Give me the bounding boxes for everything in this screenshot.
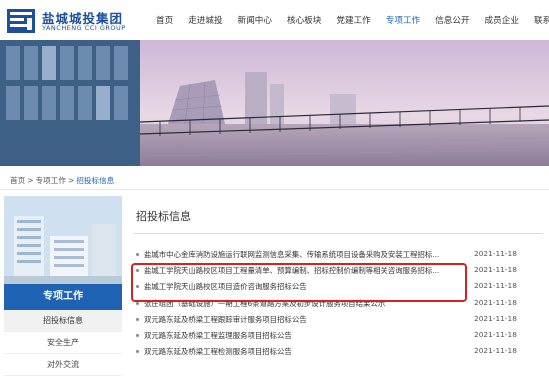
list-item-title[interactable]: 盐城工学院天山路校区项目造价咨询服务招标公告 [144,281,462,292]
list-item-date: 2021-11-18 [474,281,517,291]
list-item-date: 2021-11-18 [474,265,517,275]
page-title: 招投标信息 [136,210,191,223]
list-item[interactable]: 盐城工学院天山路校区项目工程量清单、预算编制、招标控制价编制等相关咨询服务招标.… [136,264,546,280]
divider [0,189,549,190]
sidebar-building-image [4,196,122,284]
nav-item-party-building[interactable]: 党建工作 [336,14,370,26]
nav-item-contact[interactable]: 联系我们 [534,14,549,26]
breadcrumb: 首页 > 专项工作 > 招投标信息 [10,175,114,186]
list-item-date: 2021-11-18 [474,313,517,323]
bullet-icon [136,350,139,354]
bullet-icon [136,285,139,289]
logo-english-name: YANCHENG CCI GROUP [42,24,126,32]
sidebar-item-safety[interactable]: 安全生产 [4,332,122,354]
bullet-icon [136,301,139,305]
list-item[interactable]: 双元路东延及桥梁工程监理服务项目招标公告 2021-11-18 [136,329,546,345]
breadcrumb-separator: > [27,176,34,185]
list-item-date: 2021-11-18 [474,297,517,307]
list-item-title[interactable]: 双元路东延及桥梁工程监理服务项目招标公告 [144,330,462,341]
list-item[interactable]: 双元路东延及桥梁工程跟踪审计服务项目招标公告 2021-11-18 [136,313,546,329]
main-nav: 首页 走进城投 新闻中心 核心板块 党建工作 专项工作 信息公开 成员企业 联系… [156,0,549,40]
nav-item-disclosure[interactable]: 信息公开 [435,14,469,26]
sidebar-menu: 招投标信息 安全生产 对外交流 [4,310,122,376]
list-item-title[interactable]: 盐城工学院天山路校区项目工程量清单、预算编制、招标控制价编制等相关咨询服务招标.… [144,265,462,276]
breadcrumb-current: 招投标信息 [76,176,115,185]
bullet-icon [136,333,139,337]
breadcrumb-home[interactable]: 首页 [10,176,25,185]
list-item-date: 2021-11-18 [474,249,517,258]
bullet-icon [136,253,139,256]
breadcrumb-separator: > [67,176,75,185]
list-item-title[interactable]: 张庄组团（基础设施）一期工程6条道路方案及初步设计服务项目结果公示 [144,298,462,309]
bullet-icon [136,317,139,321]
nav-item-special-work[interactable]: 专项工作 [386,14,420,26]
sidebar-title: 专项工作 [4,284,122,310]
hero-banner-image [0,40,549,166]
nav-item-home[interactable]: 首页 [156,14,173,26]
list-item-title[interactable]: 双元路东延及桥梁工程检测服务项目招标公告 [144,346,462,357]
list-item-title[interactable]: 盐城市中心金库消防设施运行联网监测信息采集、传输系统项目设备采购及安装工程招标.… [144,249,462,260]
site-header: 盐城城投集团 YANCHENG CCI GROUP 首页 走进城投 新闻中心 核… [0,0,549,40]
nav-item-about[interactable]: 走进城投 [188,14,222,26]
list-item-date: 2021-11-18 [474,329,517,339]
bullet-icon [136,269,139,273]
sidebar-item-bidding-info[interactable]: 招投标信息 [4,310,122,332]
nav-item-member-companies[interactable]: 成员企业 [485,14,519,26]
sidebar-item-exchange[interactable]: 对外交流 [4,354,122,376]
list-item[interactable]: 双元路东延及桥梁工程检测服务项目招标公告 2021-11-18 [136,345,546,361]
nav-item-core-sectors[interactable]: 核心板块 [287,14,321,26]
list-item[interactable]: 张庄组团（基础设施）一期工程6条道路方案及初步设计服务项目结果公示 2021-1… [136,297,546,313]
site-logo[interactable]: 盐城城投集团 YANCHENG CCI GROUP [6,7,156,35]
breadcrumb-section[interactable]: 专项工作 [36,176,66,185]
list-item[interactable]: 盐城市中心金库消防设施运行联网监测信息采集、传输系统项目设备采购及安装工程招标.… [136,248,546,264]
list-item-title[interactable]: 双元路东延及桥梁工程跟踪审计服务项目招标公告 [144,314,462,325]
logo-mark-icon [7,9,35,33]
list-item-date: 2021-11-18 [474,346,517,356]
list-item[interactable]: 盐城工学院天山路校区项目造价咨询服务招标公告 2021-11-18 [136,280,546,296]
title-divider [133,233,543,234]
bidding-list: 盐城市中心金库消防设施运行联网监测信息采集、传输系统项目设备采购及安装工程招标.… [136,248,546,361]
nav-item-news[interactable]: 新闻中心 [238,14,272,26]
